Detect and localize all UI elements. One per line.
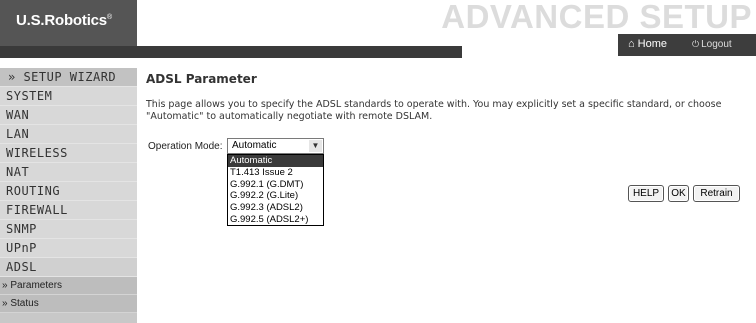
option-g9922[interactable]: G.992.2 (G.Lite) xyxy=(228,190,323,202)
option-g9925[interactable]: G.992.5 (ADSL2+) xyxy=(228,214,323,226)
sidebar-item-setup-wizard[interactable]: » SETUP WIZARD xyxy=(0,68,137,87)
operation-mode-value: Automatic xyxy=(232,140,277,151)
sidebar-item-lan[interactable]: LAN xyxy=(0,125,137,144)
banner-title: ADVANCED SETUP xyxy=(441,0,752,35)
option-automatic[interactable]: Automatic xyxy=(228,155,323,167)
sidebar-subitem-parameters[interactable]: » Parameters xyxy=(0,277,137,295)
sidebar-subitem-status[interactable]: » Status xyxy=(0,295,137,313)
sidebar-item-upnp[interactable]: UPnP xyxy=(0,239,137,258)
ok-button[interactable]: OK xyxy=(668,185,689,202)
sidebar-item-system[interactable]: SYSTEM xyxy=(0,87,137,106)
page-title: ADSL Parameter xyxy=(146,72,257,86)
sidebar-item-wireless[interactable]: WIRELESS xyxy=(0,144,137,163)
home-icon: ⌂ xyxy=(628,38,635,50)
option-g9923[interactable]: G.992.3 (ADSL2) xyxy=(228,202,323,214)
option-t1413[interactable]: T1.413 Issue 2 xyxy=(228,167,323,179)
operation-mode-label: Operation Mode: xyxy=(148,141,223,152)
logout-icon: ⏻ xyxy=(692,39,700,49)
page-description: This page allows you to specify the ADSL… xyxy=(146,99,722,122)
operation-mode-select[interactable]: Automatic ▼ xyxy=(227,138,324,154)
sidebar-item-wan[interactable]: WAN xyxy=(0,106,137,125)
help-button[interactable]: HELP xyxy=(628,185,664,202)
option-g9921[interactable]: G.992.1 (G.DMT) xyxy=(228,179,323,191)
top-nav: ⌂ Home ⏻ Logout xyxy=(618,34,756,56)
logout-link[interactable]: ⏻ Logout xyxy=(692,39,732,50)
chevron-down-icon[interactable]: ▼ xyxy=(309,140,322,152)
home-link[interactable]: ⌂ Home xyxy=(628,38,667,50)
header-bar xyxy=(0,46,462,58)
sidebar-item-snmp[interactable]: SNMP xyxy=(0,220,137,239)
logo-panel: U.S.Robotics® xyxy=(0,0,137,46)
sidebar-item-nat[interactable]: NAT xyxy=(0,163,137,182)
logo: U.S.Robotics® xyxy=(16,12,112,29)
operation-mode-dropdown: Automatic T1.413 Issue 2 G.992.1 (G.DMT)… xyxy=(227,154,324,226)
sidebar-item-firewall[interactable]: FIREWALL xyxy=(0,201,137,220)
retrain-button[interactable]: Retrain xyxy=(693,185,740,202)
sidebar-item-adsl[interactable]: ADSL xyxy=(0,258,137,277)
sidebar-item-routing[interactable]: ROUTING xyxy=(0,182,137,201)
sidebar: » SETUP WIZARD SYSTEM WAN LAN WIRELESS N… xyxy=(0,68,137,323)
